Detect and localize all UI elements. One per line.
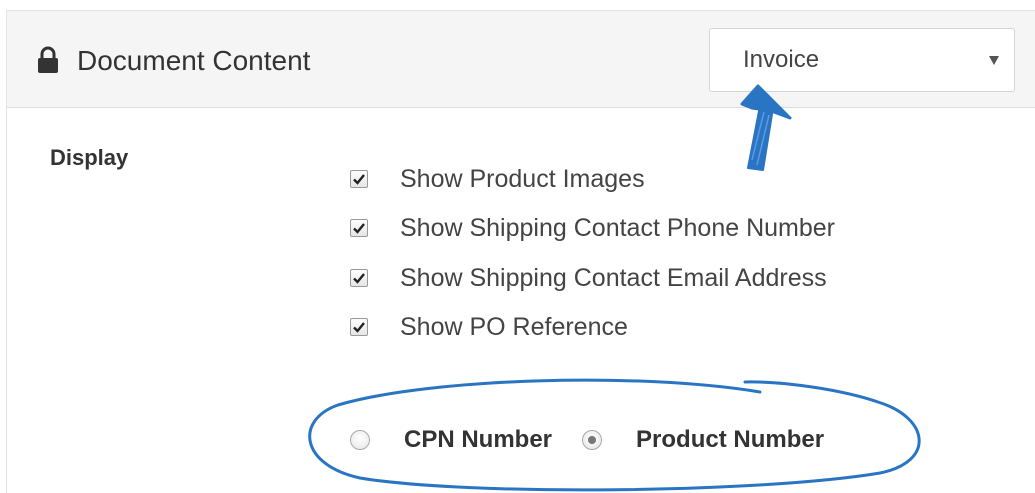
option-show-shipping-email[interactable]: Show Shipping Contact Email Address: [350, 263, 827, 293]
document-type-select[interactable]: Invoice: [709, 28, 1015, 92]
panel-title: Document Content: [37, 41, 310, 81]
checkbox[interactable]: [350, 170, 368, 188]
option-label: Show Product Images: [400, 164, 645, 193]
option-show-po-reference[interactable]: Show PO Reference: [350, 312, 628, 342]
option-label: Show PO Reference: [400, 312, 628, 341]
document-type-value: Invoice: [743, 46, 820, 73]
lock-icon: [37, 46, 63, 76]
radio-label: CPN Number: [404, 426, 553, 453]
panel-header: Document Content Invoice: [7, 11, 1035, 108]
radio-cpn-number[interactable]: CPN Number: [350, 426, 582, 454]
radio-product-number[interactable]: Product Number: [582, 426, 824, 454]
checkbox[interactable]: [350, 269, 368, 287]
panel-title-text: Document Content: [77, 45, 311, 76]
number-type-radio-group: CPN Number Product Number: [350, 425, 824, 455]
option-show-shipping-phone[interactable]: Show Shipping Contact Phone Number: [350, 213, 835, 243]
display-label: Display: [50, 145, 129, 170]
option-show-product-images[interactable]: Show Product Images: [350, 164, 645, 194]
page: Document Content Invoice Display Show Pr…: [0, 0, 1035, 493]
radio-button[interactable]: [350, 430, 370, 450]
checkbox[interactable]: [350, 318, 368, 336]
chevron-down-icon: [989, 56, 999, 65]
checkbox[interactable]: [350, 219, 368, 237]
radio-button[interactable]: [582, 430, 603, 450]
radio-label: Product Number: [636, 426, 825, 453]
document-content-panel: Document Content Invoice: [6, 10, 1035, 493]
option-label: Show Shipping Contact Email Address: [400, 263, 827, 292]
option-label: Show Shipping Contact Phone Number: [400, 213, 835, 242]
